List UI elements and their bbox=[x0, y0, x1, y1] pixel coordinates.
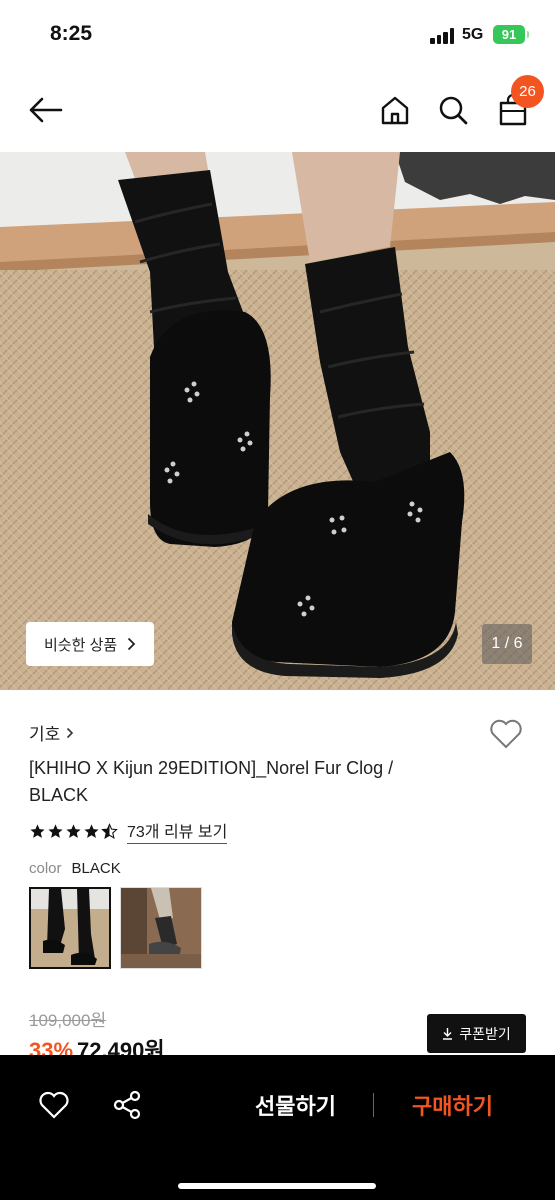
share-button[interactable] bbox=[110, 1087, 146, 1123]
product-photo bbox=[0, 152, 555, 690]
chevron-right-icon bbox=[67, 727, 74, 738]
cart-count-badge: 26 bbox=[511, 75, 544, 108]
star-icon bbox=[84, 823, 99, 838]
color-label: color bbox=[29, 860, 62, 877]
home-button[interactable] bbox=[375, 90, 415, 130]
star-icon bbox=[48, 823, 63, 838]
arrow-left-icon bbox=[29, 97, 63, 123]
product-title: [KHIHO X Kijun 29EDITION]_Norel Fur Clog… bbox=[29, 758, 394, 805]
search-icon bbox=[439, 96, 468, 125]
home-indicator bbox=[178, 1183, 376, 1189]
star-rating bbox=[29, 822, 118, 840]
review-link[interactable]: 73개 리뷰 보기 bbox=[127, 818, 228, 844]
color-option-thumbnail[interactable] bbox=[120, 887, 202, 969]
share-icon bbox=[113, 1090, 141, 1120]
battery-icon: 91 bbox=[493, 25, 529, 44]
buy-button[interactable]: 구매하기 bbox=[395, 1089, 510, 1123]
bottom-action-bar: 선물하기 구매하기 bbox=[0, 1055, 555, 1200]
coupon-download-button[interactable]: 쿠폰받기 bbox=[427, 1014, 526, 1053]
star-half-icon bbox=[101, 822, 118, 839]
color-option-thumbnail[interactable] bbox=[29, 887, 111, 969]
star-icon bbox=[30, 823, 45, 838]
back-button[interactable] bbox=[24, 90, 66, 130]
wishlist-button[interactable] bbox=[36, 1087, 72, 1123]
rating-row: 73개 리뷰 보기 bbox=[29, 818, 228, 844]
star-icon bbox=[66, 823, 81, 838]
image-page-indicator: 1 / 6 bbox=[482, 624, 532, 664]
network-type: 5G bbox=[462, 26, 484, 43]
original-price: 109,000원 bbox=[29, 1011, 107, 1030]
search-button[interactable] bbox=[433, 90, 473, 130]
gift-button[interactable]: 선물하기 bbox=[238, 1089, 353, 1123]
coupon-label: 쿠폰받기 bbox=[459, 1025, 511, 1042]
product-image-carousel[interactable] bbox=[0, 152, 555, 690]
color-value: BLACK bbox=[71, 860, 121, 877]
divider bbox=[373, 1093, 374, 1117]
thumbnail-image bbox=[31, 889, 109, 967]
top-nav bbox=[0, 70, 555, 152]
similar-products-label: 비슷한 상품 bbox=[44, 636, 118, 654]
chevron-right-icon bbox=[128, 637, 136, 651]
heart-icon bbox=[490, 719, 522, 749]
thumbnail-image bbox=[121, 888, 201, 968]
heart-icon bbox=[39, 1091, 69, 1119]
status-bar: 8:25 5G 91 bbox=[0, 0, 555, 70]
wishlist-button[interactable] bbox=[488, 716, 524, 752]
signal-icon bbox=[430, 28, 456, 44]
color-row: color BLACK bbox=[29, 860, 121, 877]
brand-name: 기호 bbox=[29, 725, 61, 744]
download-icon bbox=[443, 1028, 453, 1040]
status-time: 8:25 bbox=[50, 22, 93, 45]
brand-link[interactable]: 기호 bbox=[29, 720, 74, 745]
similar-products-button[interactable]: 비슷한 상품 bbox=[26, 622, 155, 666]
home-icon bbox=[381, 96, 409, 125]
